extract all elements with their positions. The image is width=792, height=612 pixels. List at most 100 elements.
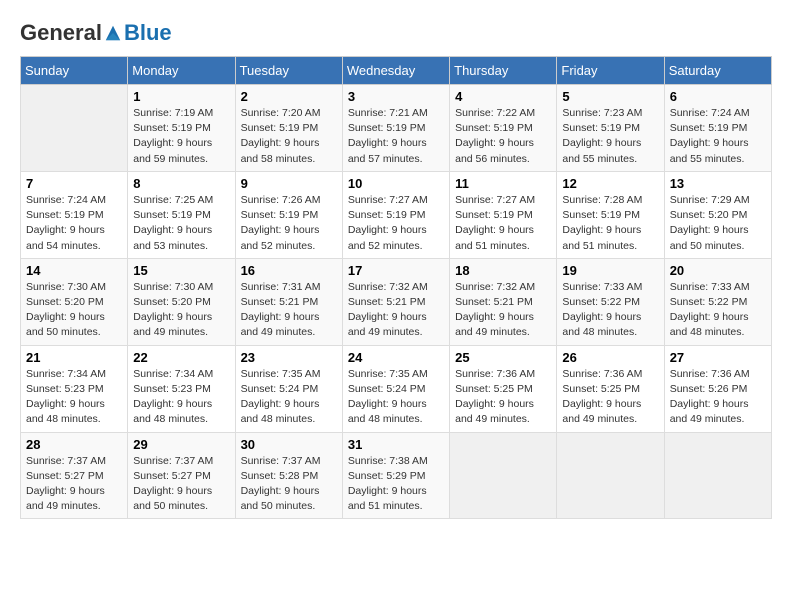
calendar-cell: 21 Sunrise: 7:34 AM Sunset: 5:23 PM Dayli…: [21, 345, 128, 432]
day-number: 19: [562, 263, 658, 278]
day-header: Saturday: [664, 57, 771, 85]
calendar-cell: 6Sunrise: 7:24 AM Sunset: 5:19 PM Daylig…: [664, 85, 771, 172]
day-number: 11: [455, 176, 551, 191]
day-detail: Sunrise: 7:30 AM Sunset: 5:20 PM Dayligh…: [26, 280, 122, 341]
day-number: 10: [348, 176, 444, 191]
day-number: 9: [241, 176, 337, 191]
day-number: 15: [133, 263, 229, 278]
calendar-week-row: 28 Sunrise: 7:37 AM Sunset: 5:27 PM Dayli…: [21, 432, 772, 519]
day-detail: Sunrise: 7:24 AM Sunset: 5:19 PM Dayligh…: [26, 193, 122, 254]
day-detail: Sunrise: 7:22 AM Sunset: 5:19 PM Dayligh…: [455, 106, 551, 167]
day-detail: Sunrise: 7:29 AM Sunset: 5:20 PM Dayligh…: [670, 193, 766, 254]
logo-icon: [104, 24, 122, 42]
calendar-cell: 11 Sunrise: 7:27 AM Sunset: 5:19 PM Dayli…: [450, 171, 557, 258]
day-number: 3: [348, 89, 444, 104]
calendar-cell: 2 Sunrise: 7:20 AM Sunset: 5:19 PM Daylig…: [235, 85, 342, 172]
calendar-cell: 25 Sunrise: 7:36 AM Sunset: 5:25 PM Dayli…: [450, 345, 557, 432]
calendar-cell: 9 Sunrise: 7:26 AM Sunset: 5:19 PM Daylig…: [235, 171, 342, 258]
day-detail: Sunrise: 7:32 AM Sunset: 5:21 PM Dayligh…: [348, 280, 444, 341]
day-number: 24: [348, 350, 444, 365]
day-detail: Sunrise: 7:36 AM Sunset: 5:26 PM Dayligh…: [670, 367, 766, 428]
calendar-cell: [664, 432, 771, 519]
calendar-cell: 18Sunrise: 7:32 AM Sunset: 5:21 PM Dayli…: [450, 258, 557, 345]
day-detail: Sunrise: 7:19 AM Sunset: 5:19 PM Dayligh…: [133, 106, 229, 167]
day-number: 29: [133, 437, 229, 452]
calendar-week-row: 1Sunrise: 7:19 AM Sunset: 5:19 PM Daylig…: [21, 85, 772, 172]
day-detail: Sunrise: 7:37 AM Sunset: 5:27 PM Dayligh…: [133, 454, 229, 515]
day-detail: Sunrise: 7:20 AM Sunset: 5:19 PM Dayligh…: [241, 106, 337, 167]
logo-blue: Blue: [124, 20, 172, 46]
calendar-cell: 22Sunrise: 7:34 AM Sunset: 5:23 PM Dayli…: [128, 345, 235, 432]
day-header: Sunday: [21, 57, 128, 85]
day-number: 21: [26, 350, 122, 365]
calendar-cell: 5 Sunrise: 7:23 AM Sunset: 5:19 PM Daylig…: [557, 85, 664, 172]
day-number: 20: [670, 263, 766, 278]
calendar-cell: 20 Sunrise: 7:33 AM Sunset: 5:22 PM Dayli…: [664, 258, 771, 345]
day-header: Monday: [128, 57, 235, 85]
day-detail: Sunrise: 7:36 AM Sunset: 5:25 PM Dayligh…: [455, 367, 551, 428]
day-detail: Sunrise: 7:30 AM Sunset: 5:20 PM Dayligh…: [133, 280, 229, 341]
calendar-cell: 12 Sunrise: 7:28 AM Sunset: 5:19 PM Dayli…: [557, 171, 664, 258]
day-detail: Sunrise: 7:27 AM Sunset: 5:19 PM Dayligh…: [455, 193, 551, 254]
day-detail: Sunrise: 7:33 AM Sunset: 5:22 PM Dayligh…: [670, 280, 766, 341]
calendar-cell: [557, 432, 664, 519]
day-header: Friday: [557, 57, 664, 85]
calendar-cell: 28 Sunrise: 7:37 AM Sunset: 5:27 PM Dayli…: [21, 432, 128, 519]
day-header: Thursday: [450, 57, 557, 85]
logo: General Blue: [20, 20, 172, 46]
calendar-cell: 4 Sunrise: 7:22 AM Sunset: 5:19 PM Daylig…: [450, 85, 557, 172]
day-number: 2: [241, 89, 337, 104]
day-detail: Sunrise: 7:27 AM Sunset: 5:19 PM Dayligh…: [348, 193, 444, 254]
day-detail: Sunrise: 7:34 AM Sunset: 5:23 PM Dayligh…: [26, 367, 122, 428]
day-detail: Sunrise: 7:33 AM Sunset: 5:22 PM Dayligh…: [562, 280, 658, 341]
day-number: 25: [455, 350, 551, 365]
day-number: 12: [562, 176, 658, 191]
calendar-cell: 13 Sunrise: 7:29 AM Sunset: 5:20 PM Dayli…: [664, 171, 771, 258]
calendar-header-row: SundayMondayTuesdayWednesdayThursdayFrid…: [21, 57, 772, 85]
day-number: 26: [562, 350, 658, 365]
day-header: Wednesday: [342, 57, 449, 85]
calendar-week-row: 7Sunrise: 7:24 AM Sunset: 5:19 PM Daylig…: [21, 171, 772, 258]
day-detail: Sunrise: 7:37 AM Sunset: 5:27 PM Dayligh…: [26, 454, 122, 515]
logo-general: General: [20, 20, 102, 46]
day-number: 18: [455, 263, 551, 278]
day-detail: Sunrise: 7:23 AM Sunset: 5:19 PM Dayligh…: [562, 106, 658, 167]
day-number: 17: [348, 263, 444, 278]
day-number: 27: [670, 350, 766, 365]
calendar-cell: 1Sunrise: 7:19 AM Sunset: 5:19 PM Daylig…: [128, 85, 235, 172]
day-number: 28: [26, 437, 122, 452]
calendar-cell: 29 Sunrise: 7:37 AM Sunset: 5:27 PM Dayli…: [128, 432, 235, 519]
day-detail: Sunrise: 7:35 AM Sunset: 5:24 PM Dayligh…: [241, 367, 337, 428]
day-number: 23: [241, 350, 337, 365]
calendar-cell: 17 Sunrise: 7:32 AM Sunset: 5:21 PM Dayli…: [342, 258, 449, 345]
calendar-cell: 3 Sunrise: 7:21 AM Sunset: 5:19 PM Daylig…: [342, 85, 449, 172]
calendar-cell: [450, 432, 557, 519]
day-detail: Sunrise: 7:37 AM Sunset: 5:28 PM Dayligh…: [241, 454, 337, 515]
day-detail: Sunrise: 7:38 AM Sunset: 5:29 PM Dayligh…: [348, 454, 444, 515]
calendar-cell: 16Sunrise: 7:31 AM Sunset: 5:21 PM Dayli…: [235, 258, 342, 345]
day-detail: Sunrise: 7:21 AM Sunset: 5:19 PM Dayligh…: [348, 106, 444, 167]
calendar-body: 1Sunrise: 7:19 AM Sunset: 5:19 PM Daylig…: [21, 85, 772, 519]
calendar-cell: [21, 85, 128, 172]
day-detail: Sunrise: 7:25 AM Sunset: 5:19 PM Dayligh…: [133, 193, 229, 254]
day-number: 5: [562, 89, 658, 104]
calendar-cell: 31Sunrise: 7:38 AM Sunset: 5:29 PM Dayli…: [342, 432, 449, 519]
calendar-cell: 14 Sunrise: 7:30 AM Sunset: 5:20 PM Dayli…: [21, 258, 128, 345]
page-header: General Blue: [20, 20, 772, 46]
day-detail: Sunrise: 7:28 AM Sunset: 5:19 PM Dayligh…: [562, 193, 658, 254]
calendar-table: SundayMondayTuesdayWednesdayThursdayFrid…: [20, 56, 772, 519]
day-header: Tuesday: [235, 57, 342, 85]
day-detail: Sunrise: 7:26 AM Sunset: 5:19 PM Dayligh…: [241, 193, 337, 254]
calendar-week-row: 21 Sunrise: 7:34 AM Sunset: 5:23 PM Dayli…: [21, 345, 772, 432]
calendar-cell: 8 Sunrise: 7:25 AM Sunset: 5:19 PM Daylig…: [128, 171, 235, 258]
day-number: 13: [670, 176, 766, 191]
day-number: 8: [133, 176, 229, 191]
day-number: 16: [241, 263, 337, 278]
calendar-cell: 10 Sunrise: 7:27 AM Sunset: 5:19 PM Dayli…: [342, 171, 449, 258]
day-number: 30: [241, 437, 337, 452]
day-number: 14: [26, 263, 122, 278]
day-number: 4: [455, 89, 551, 104]
calendar-cell: 27 Sunrise: 7:36 AM Sunset: 5:26 PM Dayli…: [664, 345, 771, 432]
calendar-cell: 7Sunrise: 7:24 AM Sunset: 5:19 PM Daylig…: [21, 171, 128, 258]
day-number: 22: [133, 350, 229, 365]
